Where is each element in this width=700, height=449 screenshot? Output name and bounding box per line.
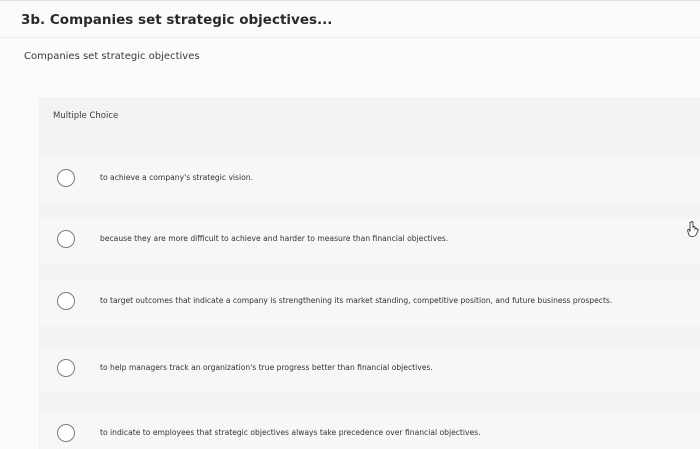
answer-option-2[interactable]: because they are more difficult to achie… [40,218,700,264]
question-page: 3b. Companies set strategic objectives..… [0,0,700,449]
radio-button[interactable] [57,359,75,377]
option-text: to target outcomes that indicate a compa… [100,296,613,305]
title-divider [0,37,700,38]
radio-button[interactable] [57,292,75,310]
question-type-label: Multiple Choice [53,111,119,121]
answer-panel [39,97,700,449]
answer-option-5[interactable]: to indicate to employees that strategic … [40,412,700,449]
answer-option-1[interactable]: to achieve a company's strategic vision. [40,157,700,203]
radio-button[interactable] [57,169,75,187]
option-text: because they are more difficult to achie… [100,234,449,243]
radio-button[interactable] [57,424,75,442]
question-title: 3b. Companies set strategic objectives..… [21,12,333,28]
radio-button[interactable] [57,230,75,248]
question-prompt: Companies set strategic objectives [24,51,200,62]
hand-pointer-icon [687,221,699,237]
option-text: to help managers track an organization's… [100,363,433,372]
answer-option-3[interactable]: to target outcomes that indicate a compa… [40,280,700,326]
option-text: to indicate to employees that strategic … [100,428,481,437]
answer-option-4[interactable]: to help managers track an organization's… [40,347,700,393]
top-divider [0,0,700,1]
option-text: to achieve a company's strategic vision. [100,173,253,182]
